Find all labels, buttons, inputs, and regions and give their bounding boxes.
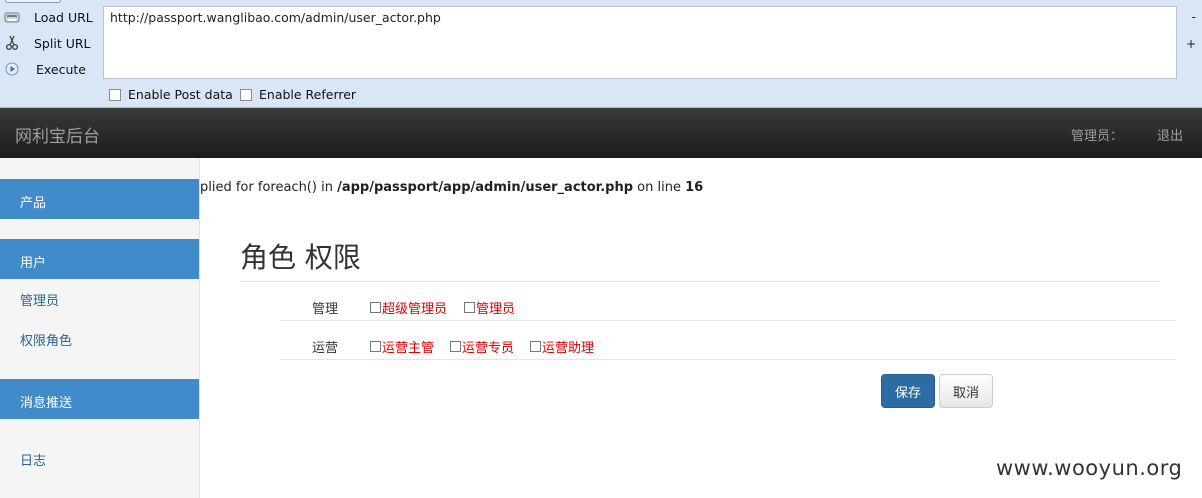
enable-referrer-label: Enable Referrer bbox=[259, 87, 357, 102]
perm-ops-assistant[interactable]: 运营助理 bbox=[530, 337, 594, 356]
php-error-message: plied for foreach() in /app/passport/app… bbox=[200, 180, 703, 195]
perm-super-admin-label: 超级管理员 bbox=[382, 302, 448, 317]
hackbar-dropdown-stub[interactable] bbox=[5, 0, 61, 3]
perm-ops-specialist-checkbox[interactable] bbox=[450, 341, 461, 352]
execute-button[interactable]: Execute bbox=[4, 58, 96, 80]
sidebar-item-logs[interactable]: 日志 bbox=[20, 450, 46, 469]
sidebar-item-admins[interactable]: 管理员 bbox=[20, 290, 59, 309]
scissors-icon bbox=[4, 35, 20, 51]
perm-super-admin-checkbox[interactable] bbox=[370, 302, 381, 313]
enable-post-label: Enable Post data bbox=[128, 87, 233, 102]
error-middle: on line bbox=[633, 180, 686, 195]
enable-post-box[interactable] bbox=[109, 88, 121, 101]
error-line: 16 bbox=[685, 180, 704, 195]
url-textarea[interactable]: http://passport.wanglibao.com/admin/user… bbox=[103, 6, 1177, 79]
error-prefix: plied for foreach() in bbox=[200, 180, 338, 195]
perm-admin-checkbox[interactable] bbox=[464, 302, 475, 313]
increase-button[interactable]: + bbox=[1186, 37, 1196, 51]
perm-ops-lead-label: 运营主管 bbox=[382, 341, 435, 356]
load-url-icon bbox=[4, 9, 20, 25]
execute-label: Execute bbox=[36, 61, 86, 77]
watermark: www.wooyun.org bbox=[996, 456, 1183, 480]
perm-ops-lead-checkbox[interactable] bbox=[370, 341, 381, 352]
sidebar-item-roles[interactable]: 权限角色 bbox=[20, 330, 72, 349]
perm-ops-assistant-checkbox[interactable] bbox=[530, 341, 541, 352]
split-url-label: Split URL bbox=[34, 35, 91, 51]
error-path: /app/passport/app/admin/user_actor.php bbox=[337, 180, 634, 195]
cancel-button[interactable]: 取消 bbox=[939, 374, 993, 408]
perm-ops-specialist[interactable]: 运营专员 bbox=[450, 337, 514, 356]
row-divider bbox=[280, 359, 1176, 360]
enable-referrer-box[interactable] bbox=[240, 88, 252, 101]
perm-admin-label: 管理员 bbox=[476, 302, 516, 317]
sidebar-header-users[interactable]: 用户 bbox=[0, 239, 199, 279]
hackbar-toolbar: Load URL Split URL Execute http://passpo… bbox=[0, 0, 1202, 108]
page-title: 角色 权限 bbox=[240, 241, 361, 274]
sidebar-header-products[interactable]: 产品 bbox=[0, 179, 199, 219]
perm-ops-lead[interactable]: 运营主管 bbox=[370, 337, 434, 356]
load-url-label: Load URL bbox=[34, 9, 93, 25]
group-label-operations: 运营 bbox=[312, 341, 339, 356]
load-url-button[interactable]: Load URL bbox=[4, 6, 96, 28]
sidebar: 产品 用户 管理员 权限角色 消息推送 日志 bbox=[0, 158, 200, 498]
split-url-button[interactable]: Split URL bbox=[4, 32, 96, 54]
enable-referrer-checkbox[interactable]: Enable Referrer bbox=[240, 87, 356, 102]
play-icon bbox=[4, 61, 20, 77]
group-label-management: 管理 bbox=[312, 302, 339, 317]
enable-post-checkbox[interactable]: Enable Post data bbox=[109, 87, 233, 102]
perm-super-admin[interactable]: 超级管理员 bbox=[370, 298, 447, 317]
save-button[interactable]: 保存 bbox=[881, 374, 935, 408]
brand-title[interactable]: 网利宝后台 bbox=[15, 122, 100, 147]
decrease-button[interactable]: - bbox=[1192, 10, 1196, 24]
top-navbar: 网利宝后台 管理员： 退出 bbox=[0, 108, 1202, 158]
sidebar-header-push[interactable]: 消息推送 bbox=[0, 379, 199, 419]
current-user-label: 管理员： bbox=[1071, 129, 1124, 144]
logout-link[interactable]: 退出 bbox=[1157, 125, 1183, 144]
row-divider bbox=[280, 320, 1176, 321]
perm-ops-specialist-label: 运营专员 bbox=[462, 341, 515, 356]
title-divider bbox=[240, 281, 1160, 282]
perm-admin[interactable]: 管理员 bbox=[464, 298, 515, 317]
perm-ops-assistant-label: 运营助理 bbox=[542, 341, 595, 356]
